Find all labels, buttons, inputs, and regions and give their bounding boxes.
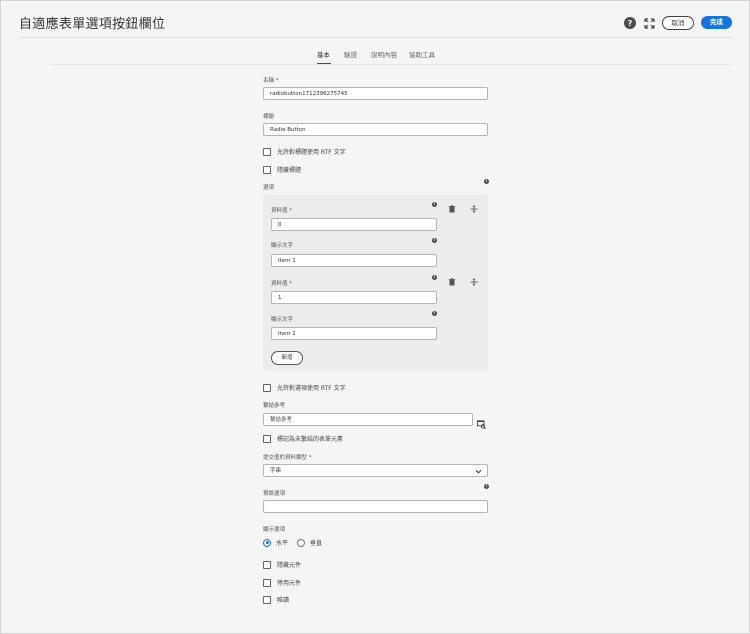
help-icon[interactable]: ? — [624, 17, 636, 29]
info-icon[interactable]: i — [484, 179, 489, 184]
info-icon[interactable]: i — [432, 275, 437, 280]
move-icon[interactable] — [470, 278, 478, 286]
hide-title-checkbox[interactable]: 隱藏標題 — [263, 165, 301, 174]
radio-vertical[interactable] — [297, 538, 306, 547]
option-value-field[interactable]: 1 — [271, 291, 437, 304]
checkbox-icon — [263, 434, 271, 443]
radio-horizontal-label: 水平 — [276, 540, 289, 547]
option-value-label: 資料值 * — [271, 208, 293, 214]
header-divider — [19, 37, 733, 38]
radio-horizontal[interactable] — [263, 538, 271, 547]
checkbox-icon — [263, 578, 271, 587]
submit-type-label: 提交值的資料類型 * — [263, 455, 312, 461]
info-icon[interactable]: i — [484, 484, 489, 489]
allow-rtf-options-checkbox[interactable]: 允許對選項使用 RTF 文字 — [263, 383, 346, 392]
option-text-label: 顯示文字 — [271, 243, 294, 249]
page-title: 自適應表單選項按鈕欄位 — [19, 17, 166, 32]
chevron-down-icon — [475, 469, 482, 474]
option-text-label: 顯示文字 — [271, 317, 294, 323]
checkbox-icon — [263, 165, 271, 174]
default-option-label: 預設選項 — [263, 491, 286, 497]
select-binding-icon[interactable] — [477, 414, 486, 430]
submit-type-value: 字串 — [270, 468, 282, 474]
tab-divider — [51, 64, 731, 65]
checkbox-icon — [263, 383, 271, 392]
info-icon[interactable]: i — [432, 202, 437, 207]
hide-component-checkbox[interactable]: 隱藏元件 — [263, 560, 301, 569]
submit-type-select[interactable]: 字串 — [263, 464, 488, 477]
delete-icon[interactable] — [448, 205, 456, 213]
name-field[interactable]: radiobutton1712396275745 — [263, 87, 488, 100]
name-label: 名稱 * — [263, 78, 279, 84]
option-value-field[interactable]: 0 — [271, 218, 437, 231]
options-label: 選項 — [263, 185, 275, 191]
move-icon[interactable] — [470, 205, 478, 213]
bind-ref-label: 繫結參考 — [263, 403, 286, 409]
expand-icon[interactable] — [643, 17, 655, 29]
checkbox-icon — [263, 560, 271, 569]
delete-icon[interactable] — [448, 278, 456, 286]
option-value-label: 資料值 * — [271, 281, 293, 287]
readonly-checkbox[interactable]: 唯讀 — [263, 595, 289, 604]
title-field[interactable]: Radio Button — [263, 123, 488, 136]
display-options-label: 顯示選項 — [263, 527, 286, 533]
tab-basic[interactable]: 基本 — [317, 49, 330, 59]
tab-validation[interactable]: 驗證 — [344, 49, 357, 59]
tab-accessibility[interactable]: 協助工具 — [409, 49, 435, 59]
dialog-frame: 自適應表單選項按鈕欄位 ? 取消 完成 基本 驗證 說明內容 協助工具 名稱 *… — [0, 0, 750, 634]
option-text-field[interactable]: Item 1 — [271, 254, 437, 267]
disable-component-checkbox[interactable]: 停用元件 — [263, 578, 301, 587]
display-options-group: 水平 垂直 — [263, 538, 322, 547]
radio-vertical-label: 垂直 — [310, 540, 323, 547]
checkbox-icon — [263, 147, 271, 156]
default-option-field[interactable] — [263, 500, 488, 513]
info-icon[interactable]: i — [432, 238, 437, 243]
mark-unbound-checkbox[interactable]: 標記為未繫結的表單元素 — [263, 434, 343, 443]
checkbox-icon — [263, 595, 271, 604]
tab-help-content[interactable]: 說明內容 — [371, 49, 397, 59]
title-label: 標題 — [263, 114, 275, 120]
cancel-button[interactable]: 取消 — [662, 16, 694, 30]
add-option-button[interactable]: 新增 — [271, 351, 303, 365]
info-icon[interactable]: i — [432, 311, 437, 316]
bind-ref-field[interactable]: 繫結參考 — [263, 413, 473, 426]
done-button[interactable]: 完成 — [701, 16, 732, 29]
tab-bar: 基本 驗證 說明內容 協助工具 — [1, 49, 750, 65]
option-text-field[interactable]: Item 2 — [271, 327, 437, 340]
allow-rtf-title-checkbox[interactable]: 允許對標題使用 RTF 文字 — [263, 147, 346, 156]
